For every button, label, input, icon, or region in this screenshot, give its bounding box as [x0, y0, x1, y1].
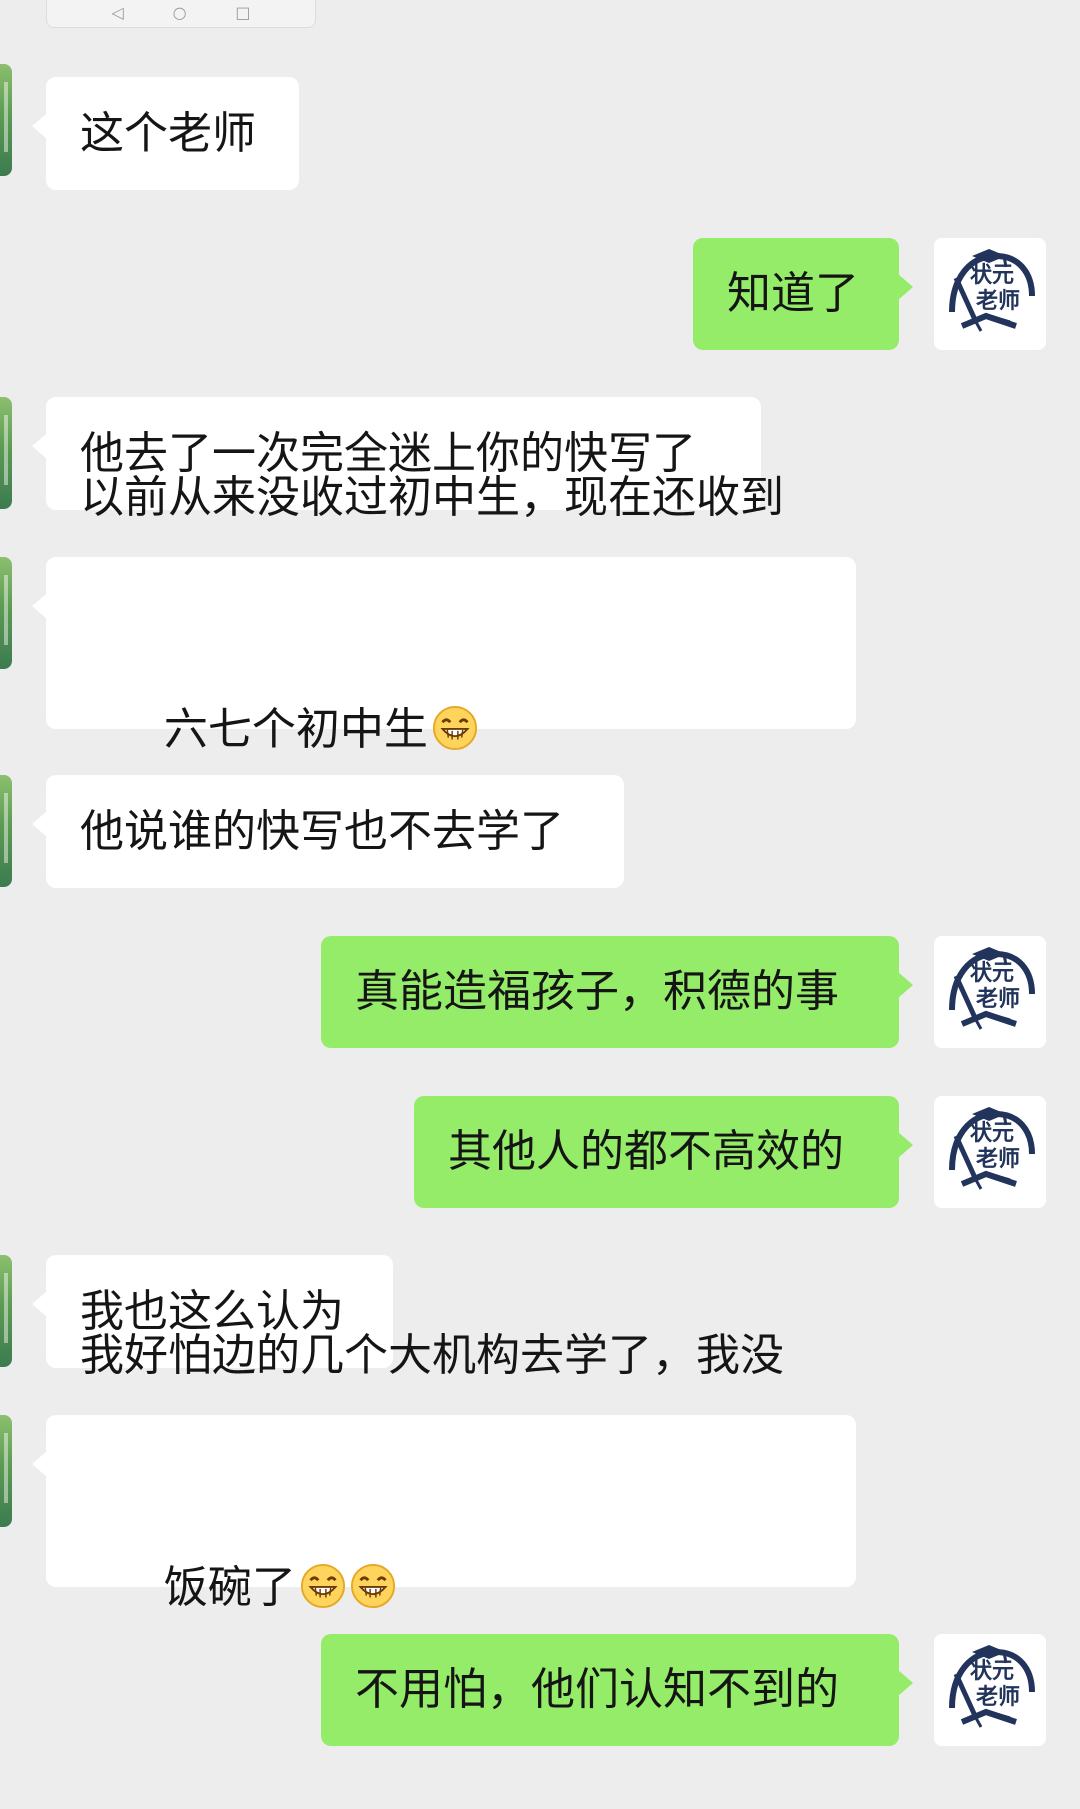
user-avatar[interactable]: 状元 老师: [934, 936, 1046, 1048]
avatar-text-top: 状元: [970, 961, 1014, 986]
grinning-face-icon: [432, 705, 477, 751]
zhuangyuan-teacher-logo: 状元 老师: [934, 936, 1046, 1048]
received-message-bubble: 这个老师: [32, 77, 299, 190]
recent-apps-nav-icon[interactable]: □: [235, 4, 250, 21]
contact-avatar[interactable]: [0, 1415, 12, 1527]
user-avatar[interactable]: 状元 老师: [934, 1634, 1046, 1746]
message-line: 六七个初中生: [163, 704, 428, 755]
received-message-bubble: 以前从来没收过初中生，现在还收到 六七个初中生: [32, 472, 856, 755]
avatar-text-bottom: 老师: [975, 1684, 1020, 1710]
avatar-text-top: 状元: [970, 263, 1014, 288]
contact-avatar[interactable]: [0, 557, 12, 669]
message-text: 不用怕，他们认知不到的: [355, 1664, 839, 1715]
contact-avatar[interactable]: [0, 397, 12, 509]
back-nav-icon[interactable]: ◁: [111, 4, 123, 21]
zhuangyuan-teacher-logo: 状元 老师: [934, 1096, 1046, 1208]
received-message-bubble: 他说谁的快写也不去学了: [32, 775, 624, 888]
sent-message-bubble: 其他人的都不高效的: [414, 1096, 913, 1208]
avatar-text-top: 状元: [970, 1121, 1014, 1146]
message-text: 这个老师: [80, 107, 256, 159]
user-avatar[interactable]: 状元 老师: [934, 1096, 1046, 1208]
message-line: 我好怕边的几个大机构去学了，我没: [80, 1330, 784, 1381]
zhuangyuan-teacher-logo: 状元 老师: [934, 238, 1046, 350]
message-text: 真能造福孩子，积德的事: [355, 966, 839, 1017]
system-nav-bar: ◁ ○ □: [46, 0, 316, 28]
home-nav-icon[interactable]: ○: [173, 4, 187, 21]
sent-message-bubble: 不用怕，他们认知不到的: [321, 1634, 913, 1746]
message-line: 以前从来没收过初中生，现在还收到: [80, 472, 784, 523]
avatar-text-bottom: 老师: [975, 1146, 1020, 1172]
sent-message-bubble: 知道了: [693, 238, 913, 350]
avatar-text-bottom: 老师: [975, 288, 1020, 314]
sent-message-bubble: 真能造福孩子，积德的事: [321, 936, 913, 1048]
message-line: 饭碗了: [163, 1562, 296, 1613]
user-avatar[interactable]: 状元 老师: [934, 238, 1046, 350]
contact-avatar[interactable]: [0, 1255, 12, 1367]
grinning-face-icon: [300, 1563, 345, 1609]
contact-avatar[interactable]: [0, 775, 12, 887]
contact-avatar[interactable]: [0, 64, 12, 176]
avatar-text-top: 状元: [970, 1659, 1014, 1684]
avatar-text-bottom: 老师: [975, 986, 1020, 1012]
grinning-face-icon: [350, 1563, 395, 1609]
message-text: 其他人的都不高效的: [448, 1126, 844, 1177]
received-message-bubble: 我好怕边的几个大机构去学了，我没 饭碗了: [32, 1330, 856, 1613]
message-text: 他说谁的快写也不去学了: [80, 805, 564, 857]
zhuangyuan-teacher-logo: 状元 老师: [934, 1634, 1046, 1746]
message-text: 知道了: [727, 268, 859, 319]
